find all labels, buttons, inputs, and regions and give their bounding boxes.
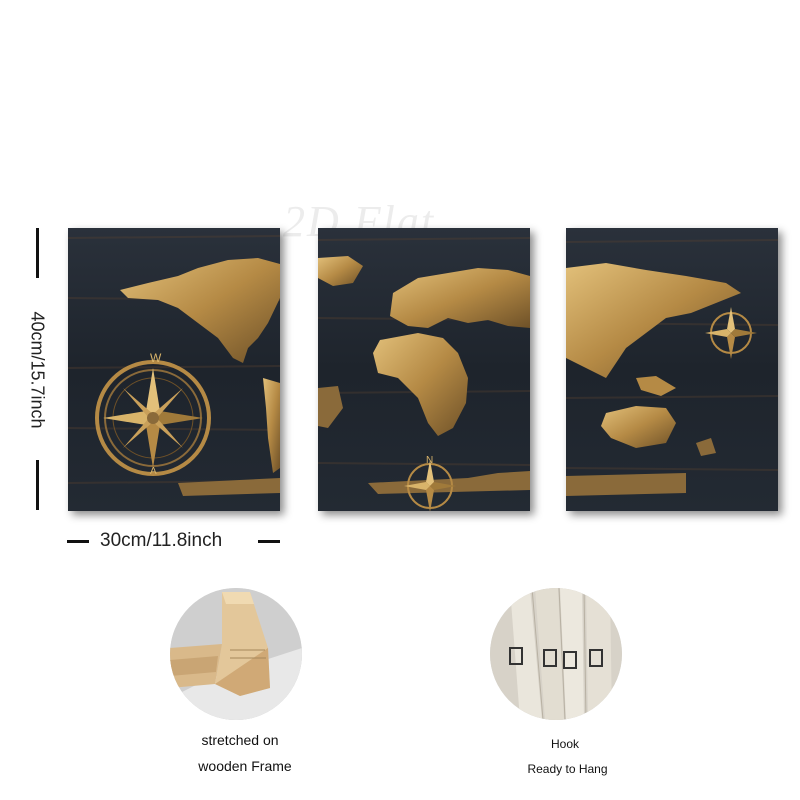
map-landmass — [178, 478, 280, 496]
height-dimension-label: 40cm/15.7inch — [27, 311, 48, 429]
map-landmass — [318, 256, 363, 286]
compass-rose-icon — [705, 307, 757, 359]
map-landmass — [263, 378, 280, 473]
compass-rose-icon — [95, 360, 211, 476]
hook-caption-line2: Ready to Hang — [527, 762, 608, 776]
frame-caption-line2: wooden Frame — [198, 758, 292, 774]
width-dimension-label: 30cm/11.8inch — [100, 530, 223, 551]
map-landmass — [601, 406, 676, 448]
canvas-panel-right — [566, 228, 778, 511]
height-dimension-line-bottom — [36, 460, 39, 510]
map-landmass — [636, 376, 676, 396]
compass-rose-icon — [404, 460, 456, 511]
hook-caption-line1: Hook — [550, 737, 579, 751]
canvas-panel-left: W A — [68, 228, 280, 511]
wooden-frame-photo — [170, 588, 302, 720]
frame-caption-line1: stretched on — [201, 732, 279, 748]
width-dimension-line-left — [67, 540, 89, 543]
width-dimension-line-right — [258, 540, 280, 543]
map-landmass — [696, 438, 716, 456]
compass-letter-w: W — [150, 351, 162, 365]
map-landmass — [566, 473, 686, 496]
hook-photo — [490, 588, 622, 720]
map-landmass — [373, 333, 468, 436]
map-landmass — [120, 258, 280, 363]
compass-letter-n: N — [426, 455, 433, 466]
compass-letter-s: A — [150, 466, 157, 477]
map-landmass — [318, 386, 343, 428]
height-dimension-line-top — [36, 228, 39, 278]
map-landmass — [390, 268, 530, 328]
canvas-panel-middle: N — [318, 228, 530, 511]
